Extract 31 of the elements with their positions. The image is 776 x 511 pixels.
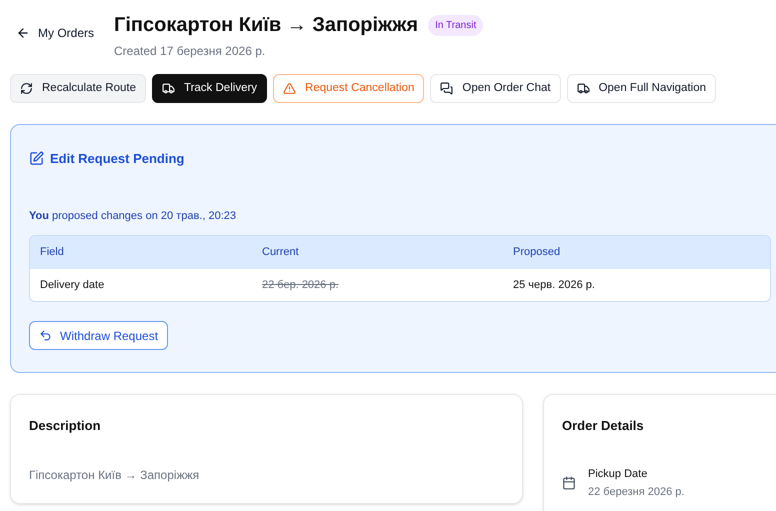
card-title: Order Details [562, 417, 645, 435]
created-date: Created 17 березня 2026 р. [114, 43, 266, 60]
action-button[interactable]: Open Full Navigation [566, 74, 716, 103]
back-link[interactable]: My Orders [16, 24, 94, 42]
calendar-icon [562, 476, 576, 490]
undo-icon [39, 329, 52, 342]
column-header: Current [261, 245, 300, 260]
table-cell-text: 25 черв. 2026 р. [512, 278, 595, 293]
action-button[interactable]: Track Delivery [152, 74, 268, 103]
chat-bubbles-icon [440, 82, 454, 95]
description-text: Гіпсокартон Київ → Запоріжжя [29, 466, 200, 484]
truck-icon [576, 82, 590, 95]
column-header: Field [39, 245, 65, 260]
refresh-icon [20, 82, 33, 95]
detail-value: 22 березня 2026 р. [588, 485, 684, 500]
action-button[interactable]: Open Order Chat [430, 74, 561, 103]
table-cell-text: 22 бер. 2026 р. [261, 278, 340, 293]
warning-icon [283, 82, 296, 95]
edit-icon [29, 151, 44, 166]
card-title: Description [29, 417, 102, 435]
truck-icon [162, 82, 175, 95]
withdraw-button[interactable]: Withdraw Request [29, 321, 168, 350]
column-header: Proposed [512, 245, 560, 260]
action-button[interactable]: Recalculate Route [10, 74, 146, 103]
panel-title: Edit Request Pending [50, 150, 184, 168]
detail-label: Pickup Date [588, 466, 648, 482]
order-title: Гіпсокартон Київ → Запоріжжя [114, 13, 418, 38]
table-cell-text: Delivery date [39, 278, 106, 293]
status-badge: In Transit [428, 14, 484, 36]
action-button[interactable]: Request Cancellation [273, 74, 424, 103]
proposal-note: You proposed changes on 20 трав., 20:23 [29, 208, 237, 224]
